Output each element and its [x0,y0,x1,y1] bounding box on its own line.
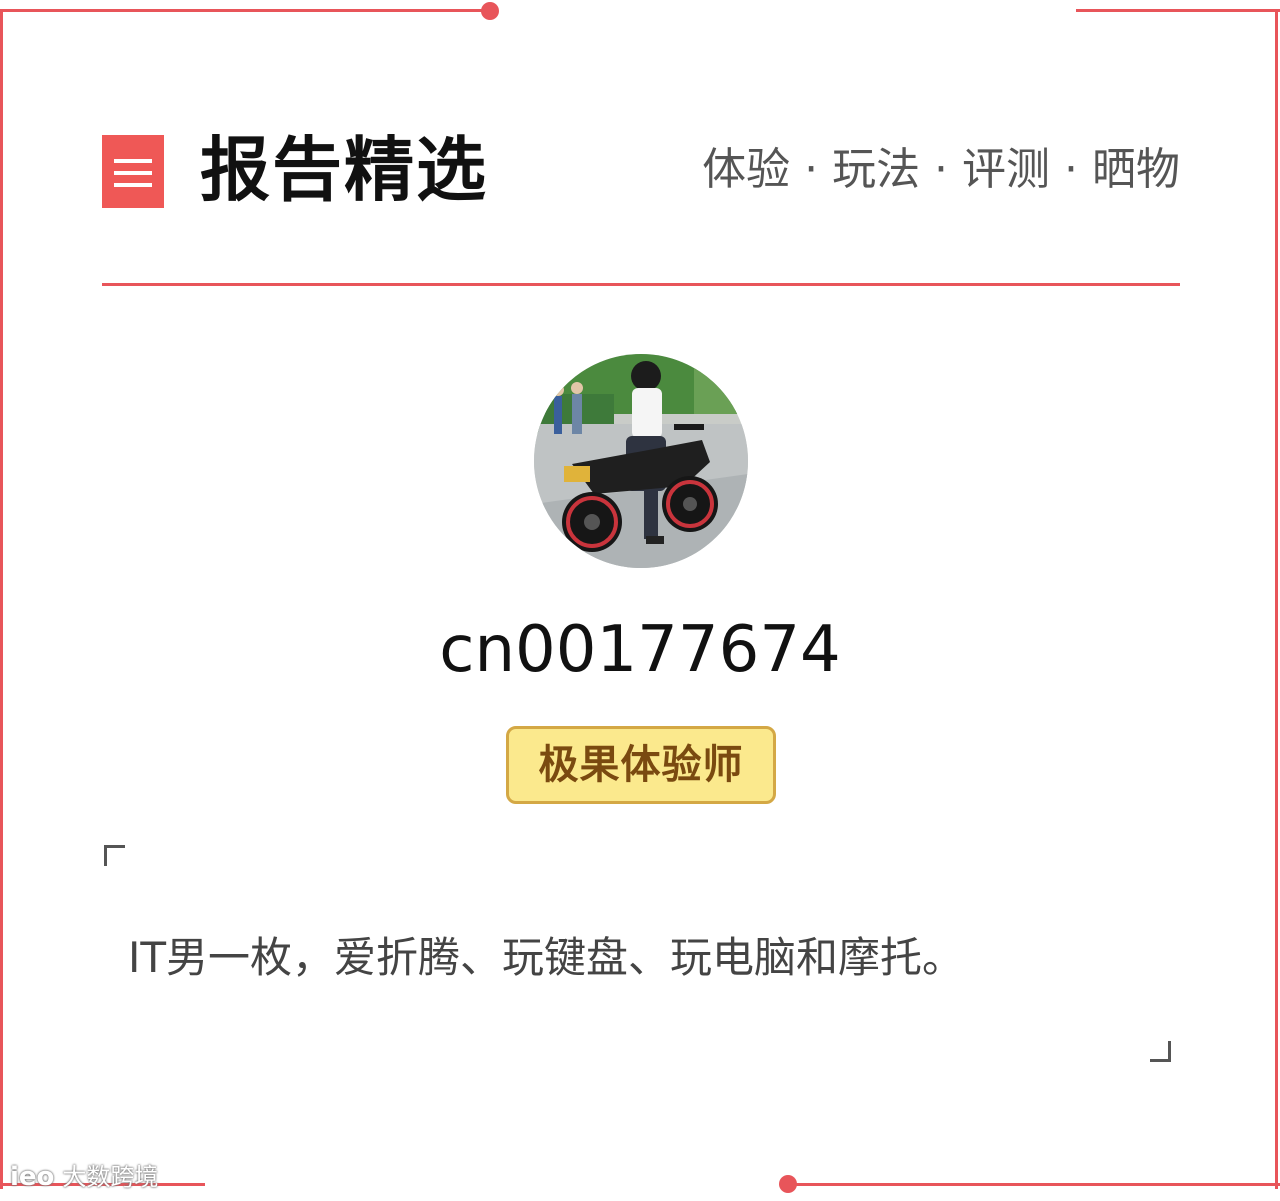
frame-top-dot [481,2,499,20]
user-bio: IT男一枚，爱折腾、玩键盘、玩电脑和摩托。 [128,933,965,982]
section-tagline: 体验 · 玩法 · 评测 · 晒物 [702,144,1180,195]
frame-right-line [1275,9,1278,1189]
quote-open-corner [104,845,125,866]
username: cn00177674 [439,613,841,687]
header-divider [102,283,1180,286]
frame-bottom-right-line [788,1183,1280,1186]
watermark-text: 大数跨境 [62,1163,159,1191]
frame-bottom-dot [779,1175,797,1193]
frame-left-line [0,9,3,1189]
watermark-logo: ieo [10,1162,55,1192]
quote-close-corner [1150,1041,1171,1062]
watermark: ieo 大数跨境 [10,1160,158,1194]
menu-icon [102,135,164,208]
role-badge: 极果体验师 [506,726,776,804]
frame-top-right-line [1076,9,1280,12]
section-title: 报告精选 [200,129,488,211]
avatar [534,354,748,568]
frame-top-left-line [0,9,490,12]
